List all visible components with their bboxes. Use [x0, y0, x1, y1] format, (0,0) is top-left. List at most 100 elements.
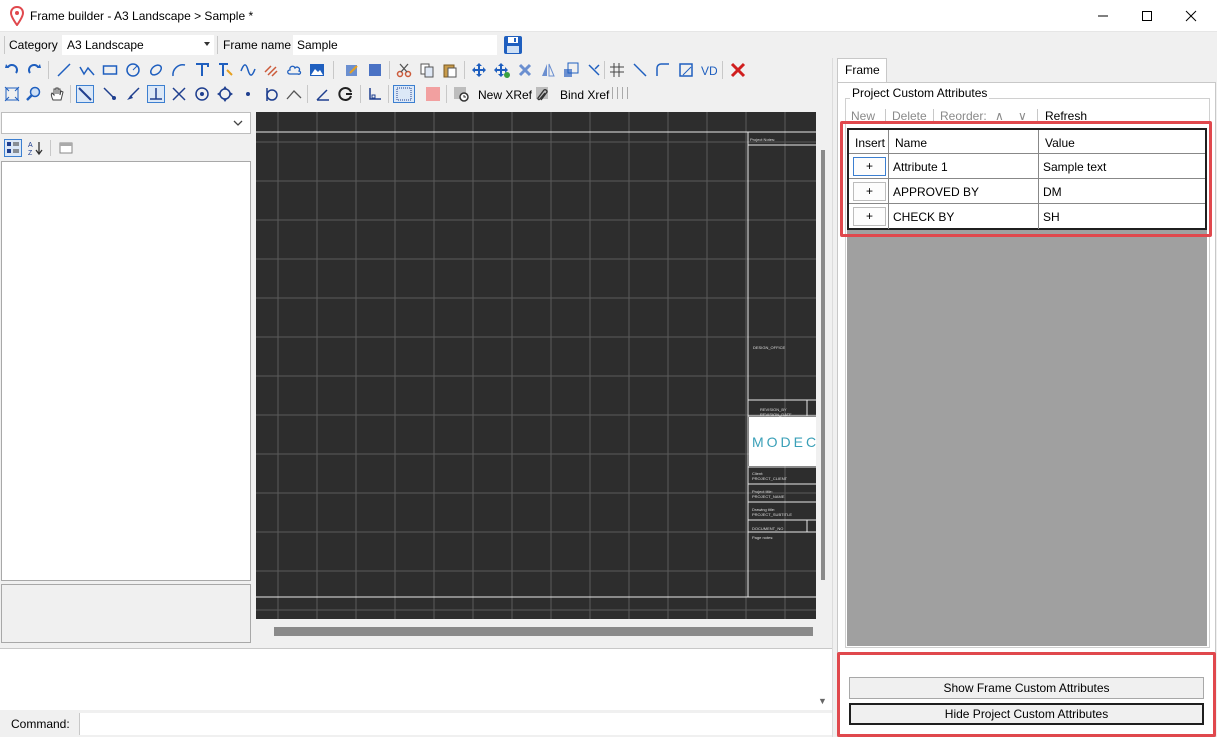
group-title: Project Custom Attributes	[850, 86, 990, 100]
redo-icon[interactable]	[25, 61, 43, 79]
command-row: Command:	[0, 711, 832, 737]
svg-text:A: A	[28, 142, 33, 149]
maximize-button[interactable]	[1124, 0, 1170, 32]
category-value: A3 Landscape	[67, 38, 144, 52]
circle-icon[interactable]	[124, 61, 142, 79]
separator	[604, 61, 605, 79]
command-label: Command:	[11, 717, 70, 731]
frame-name-label: Frame name	[223, 38, 292, 52]
pan-icon[interactable]	[48, 85, 66, 103]
new-xref-label[interactable]: New XRef	[478, 88, 532, 102]
array-icon[interactable]	[608, 61, 626, 79]
new-xref-icon[interactable]	[452, 85, 470, 103]
rectangle-icon[interactable]	[101, 61, 119, 79]
bind-xref-icon[interactable]	[534, 85, 552, 103]
fillet-icon[interactable]	[654, 61, 672, 79]
ellipse-icon[interactable]	[147, 61, 165, 79]
spline-icon[interactable]	[239, 61, 257, 79]
rotate-icon[interactable]	[516, 61, 534, 79]
snap-center-icon[interactable]	[193, 85, 211, 103]
angle-icon[interactable]	[314, 85, 332, 103]
grid-icon[interactable]	[393, 85, 415, 103]
snap-perpendicular-icon[interactable]	[147, 85, 165, 103]
offset-icon[interactable]	[677, 61, 695, 79]
dimension-text-icon[interactable]: VD	[700, 61, 718, 79]
object-select[interactable]	[1, 112, 251, 134]
project-notes-label: Project Notes:	[750, 137, 776, 142]
revision-date-label: REVISION_DATE	[760, 412, 792, 417]
snap-quadrant-icon[interactable]	[216, 85, 234, 103]
splitter[interactable]	[832, 58, 833, 737]
arc-icon[interactable]	[170, 61, 188, 79]
snap-point-icon[interactable]	[239, 85, 257, 103]
bind-xref-label[interactable]: Bind Xref	[560, 88, 609, 102]
highlight-box	[840, 121, 1212, 237]
separator	[360, 85, 361, 103]
zoom-icon[interactable]	[25, 85, 43, 103]
block-icon[interactable]	[366, 61, 384, 79]
undo-icon[interactable]	[3, 61, 21, 79]
paste-icon[interactable]	[441, 61, 459, 79]
polar-icon[interactable]	[337, 85, 355, 103]
snap-tangent-icon[interactable]	[262, 85, 280, 103]
separator	[464, 61, 465, 79]
image-icon[interactable]	[308, 61, 326, 79]
block-edit-icon[interactable]	[343, 61, 361, 79]
copy-move-icon[interactable]	[493, 61, 511, 79]
categorized-icon[interactable]	[4, 139, 22, 157]
command-history	[0, 648, 832, 710]
snap-intersection-icon[interactable]	[170, 85, 188, 103]
mirror-icon[interactable]	[539, 61, 557, 79]
snap-endpoint-icon[interactable]	[101, 85, 119, 103]
snap-toolbar: New XRef Bind Xref	[0, 82, 832, 106]
property-description	[1, 584, 251, 643]
title-bar: Frame builder - A3 Landscape > Sample *	[0, 0, 1217, 32]
color-swatch-icon[interactable]	[424, 85, 442, 103]
line-icon[interactable]	[55, 61, 73, 79]
property-pages-icon[interactable]	[57, 139, 75, 157]
separator	[48, 61, 49, 79]
text-icon[interactable]	[193, 61, 211, 79]
minimize-button[interactable]	[1080, 0, 1126, 32]
trim-icon[interactable]	[585, 61, 603, 79]
separator	[4, 36, 5, 54]
separator	[70, 85, 71, 103]
pin-icon	[9, 5, 25, 27]
delete-icon[interactable]	[729, 61, 747, 79]
separator	[389, 61, 390, 79]
property-grid[interactable]	[1, 161, 251, 581]
snap-nearest-icon[interactable]	[124, 85, 142, 103]
frame-name-input[interactable]: Sample	[293, 35, 497, 55]
polyline-icon[interactable]	[78, 61, 96, 79]
command-input[interactable]	[79, 713, 832, 735]
copy-icon[interactable]	[418, 61, 436, 79]
text-style-icon[interactable]	[216, 61, 234, 79]
save-icon[interactable]	[503, 35, 523, 55]
frame-drawing	[256, 112, 816, 619]
project-title-value: PROJECT_NAME	[752, 494, 785, 499]
vertical-scrollbar[interactable]	[821, 150, 825, 580]
drawing-canvas[interactable]: Project Notes: DESIGN_OFFICE REVISION_BY…	[256, 112, 816, 619]
ortho-icon[interactable]	[76, 85, 94, 103]
cut-icon[interactable]	[395, 61, 413, 79]
snap-midpoint-icon[interactable]	[285, 85, 303, 103]
separator	[622, 87, 623, 99]
cloud-icon[interactable]	[285, 61, 303, 79]
separator	[388, 85, 389, 103]
ucs-icon[interactable]	[366, 85, 384, 103]
design-office-label: DESIGN_OFFICE	[753, 345, 786, 350]
zoom-extents-icon[interactable]	[3, 85, 21, 103]
chamfer-icon[interactable]	[631, 61, 649, 79]
horizontal-scrollbar[interactable]	[274, 627, 813, 636]
category-select[interactable]: A3 Landscape	[62, 35, 214, 55]
close-button[interactable]	[1168, 0, 1214, 32]
frame-name-value: Sample	[297, 38, 338, 52]
scale-icon[interactable]	[562, 61, 580, 79]
separator	[217, 36, 218, 54]
sort-alpha-icon[interactable]: AZ	[27, 139, 45, 157]
chevron-down-icon[interactable]: ▼	[818, 696, 827, 706]
window-title: Frame builder - A3 Landscape > Sample *	[30, 9, 254, 23]
hatch-icon[interactable]	[262, 61, 280, 79]
tab-frame[interactable]: Frame	[837, 58, 887, 82]
move-icon[interactable]	[470, 61, 488, 79]
